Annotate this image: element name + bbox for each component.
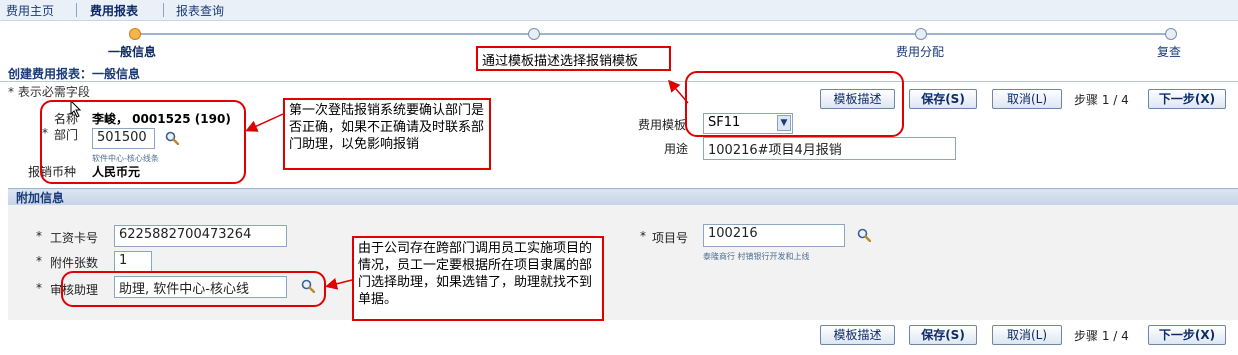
required-note: * 表示必需字段 [8,85,90,99]
cancel-button-bottom[interactable]: 取消(L) [992,325,1062,345]
next-button[interactable]: 下一步(X) [1148,89,1226,109]
project-required: * [640,229,646,243]
project-label: 项目号 [652,231,689,245]
nav-report-query[interactable]: 报表查询 [176,2,224,19]
salary-card-input[interactable]: 6225882700473264 [114,225,287,247]
train-step-3-dot[interactable] [915,28,927,40]
project-search-icon[interactable] [857,228,871,242]
save-button[interactable]: 保存(S) [909,89,977,109]
train-step-1-dot [129,28,141,40]
attachments-input[interactable]: 1 [114,251,152,273]
project-hint: 泰隆商行 村镇银行开发和上线 [703,252,810,261]
project-input[interactable]: 100216 [703,224,845,247]
template-highlight-box [685,71,904,137]
step-indicator-bottom: 步骤 1 / 4 [1074,329,1129,343]
title-divider [0,81,1238,82]
salary-card-required: * [36,229,42,243]
train-step-1-label: 一般信息 [108,45,157,59]
train-step-4-label[interactable]: 复查 [1157,43,1181,60]
cancel-button[interactable]: 取消(L) [992,89,1062,109]
dept-annotation-note: 第一次登陆报销系统要确认部门是否正确，如果不正确请及时联系部门助理，以免影响报销 [283,98,491,170]
template-annotation-note: 通过模板描述选择报销模板 [476,46,671,71]
approver-required: * [36,281,42,295]
attachments-required: * [36,254,42,268]
template-desc-button-bottom[interactable]: 模板描述 [820,325,895,345]
additional-section-title: 附加信息 [16,191,65,205]
nav-expense-report[interactable]: 费用报表 [90,2,138,19]
nav-separator [163,3,164,17]
dept-arrow [245,113,284,132]
approver-highlight-box [61,271,326,307]
salary-card-label: 工资卡号 [50,231,99,245]
train-step-3-label[interactable]: 费用分配 [896,43,944,60]
train-step-2-dot[interactable] [528,28,540,40]
attachments-label: 附件张数 [50,256,99,270]
next-button-bottom[interactable]: 下一步(X) [1148,325,1226,345]
train-line [130,33,1172,35]
nav-separator [76,3,77,17]
approver-annotation-note: 由于公司存在跨部门调用员工实施项目的情况，员工一定要根据所在项目隶属的部门选择助… [352,236,604,321]
train-step-4-dot[interactable] [1165,28,1177,40]
nav-expense-home[interactable]: 费用主页 [6,2,54,19]
page-title: 创建费用报表：一般信息 [8,67,141,81]
save-button-bottom[interactable]: 保存(S) [909,325,977,345]
additional-section-bar [8,188,1238,205]
purpose-label: 用途 [664,142,689,156]
dept-highlight-box [40,100,246,184]
step-indicator: 步骤 1 / 4 [1074,93,1129,107]
purpose-input[interactable]: 100216#项目4月报销 [703,137,956,160]
template-label: 费用模板 [638,118,687,132]
